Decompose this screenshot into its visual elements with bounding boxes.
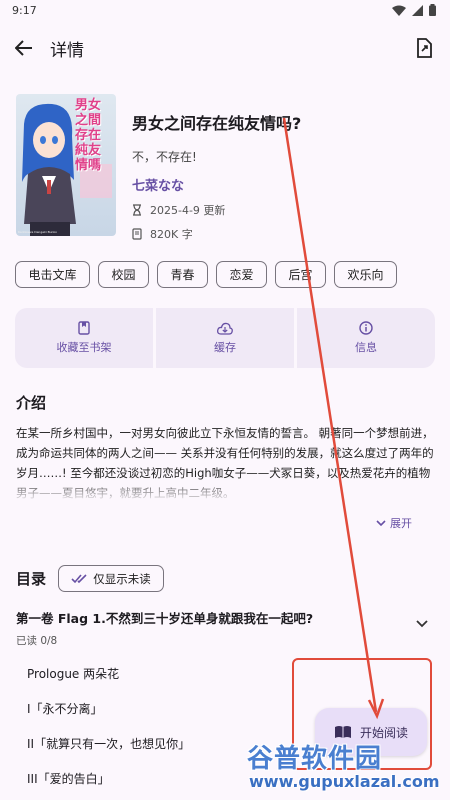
file-open-icon [417,38,432,58]
chevron-down-icon [416,620,428,628]
add-to-shelf-button[interactable]: 收藏至书架 [15,308,153,368]
cover-publisher: Kadokawa Dengeki Bunko [18,230,57,234]
cloud-download-icon [217,322,233,335]
book-subtitle: 不，不存在! [132,150,197,164]
show-unread-only-button[interactable]: 仅显示未读 [58,565,165,592]
hourglass-icon [133,204,141,216]
book-title: 男女之间存在纯友情吗? [132,114,302,133]
tag-chip[interactable]: 后宫 [275,261,326,288]
word-count-row: 820K 字 [132,226,301,242]
status-icons [392,4,436,16]
update-row: 2025-4-9 更新 [132,202,301,218]
chapter-item[interactable]: III「爱的告白」 [0,761,450,796]
cache-button[interactable]: 缓存 [156,308,294,368]
back-button[interactable] [12,36,36,60]
book-cover[interactable]: 男女之間存在純友情嗎 Kadokawa Dengeki Bunko [16,94,116,236]
bookmark-icon [78,321,90,335]
signal-icon [412,4,423,16]
word-count: 820K 字 [150,228,193,241]
volume-collapse-button[interactable] [410,612,434,636]
cover-title-text: 男女之間存在純友情嗎 [75,98,102,173]
start-reading-fab[interactable]: 开始阅读 [315,708,427,756]
tag-chip[interactable]: 青春 [157,261,208,288]
action-bar: 收藏至书架 缓存 信息 [15,308,435,368]
volume-title: 第一卷 Flag 1.不然到三十岁还单身就跟我在一起吧? [16,611,314,626]
book-open-icon [334,726,351,738]
status-time: 9:17 [12,3,37,17]
chevron-down-icon [376,519,386,526]
toc-heading: 目录 [16,570,47,588]
expand-button[interactable]: 展开 [0,515,450,531]
tag-chip[interactable]: 校园 [98,261,149,288]
tag-chip[interactable]: 电击文库 [15,261,90,288]
status-bar: 9:17 [0,0,450,20]
book-header: 男女之間存在純友情嗎 Kadokawa Dengeki Bunko 男女之间存在… [0,76,450,241]
intro-heading: 介绍 [16,394,47,412]
tag-chip[interactable]: 恋爱 [216,261,267,288]
toc-header: 目录 仅显示未读 [0,565,450,592]
wifi-icon [392,5,406,16]
done-all-icon [71,573,87,583]
battery-icon [429,4,436,16]
update-date: 2025-4-9 更新 [150,204,226,217]
info-label: 信息 [355,341,377,354]
book-info: 男女之间存在纯友情吗? 不，不存在! 七菜なな 2025-4-9 更新 820K… [132,94,302,241]
volume-main: 第一卷 Flag 1.不然到三十岁还单身就跟我在一起吧? 已读 0/8 [16,608,410,648]
volume-progress: 已读 0/8 [16,635,58,647]
book-author[interactable]: 七菜なな [132,175,301,194]
show-unread-only-label: 仅显示未读 [93,571,151,586]
info-icon [359,321,373,335]
start-reading-label: 开始阅读 [359,725,408,740]
arrow-back-icon [15,40,32,56]
info-button[interactable]: 信息 [297,308,435,368]
top-app-bar: 详情 [0,20,450,76]
page-title: 详情 [50,40,84,61]
book-icon [132,228,142,240]
expand-label: 展开 [390,517,412,530]
cache-label: 缓存 [214,340,236,354]
tag-list: 电击文库 校园 青春 恋爱 后宫 欢乐向 [0,261,450,288]
volume-header[interactable]: 第一卷 Flag 1.不然到三十岁还单身就跟我在一起吧? 已读 0/8 [0,608,450,648]
add-to-shelf-label: 收藏至书架 [56,341,112,354]
open-external-button[interactable] [412,36,436,60]
chapter-item[interactable]: Prologue 两朵花 [0,656,450,691]
tag-chip[interactable]: 欢乐向 [334,261,397,288]
intro-text: 在某一所乡村国中，一对男女向彼此立下永恒友情的誓言。 朝著同一个梦想前进，成为命… [0,423,450,503]
